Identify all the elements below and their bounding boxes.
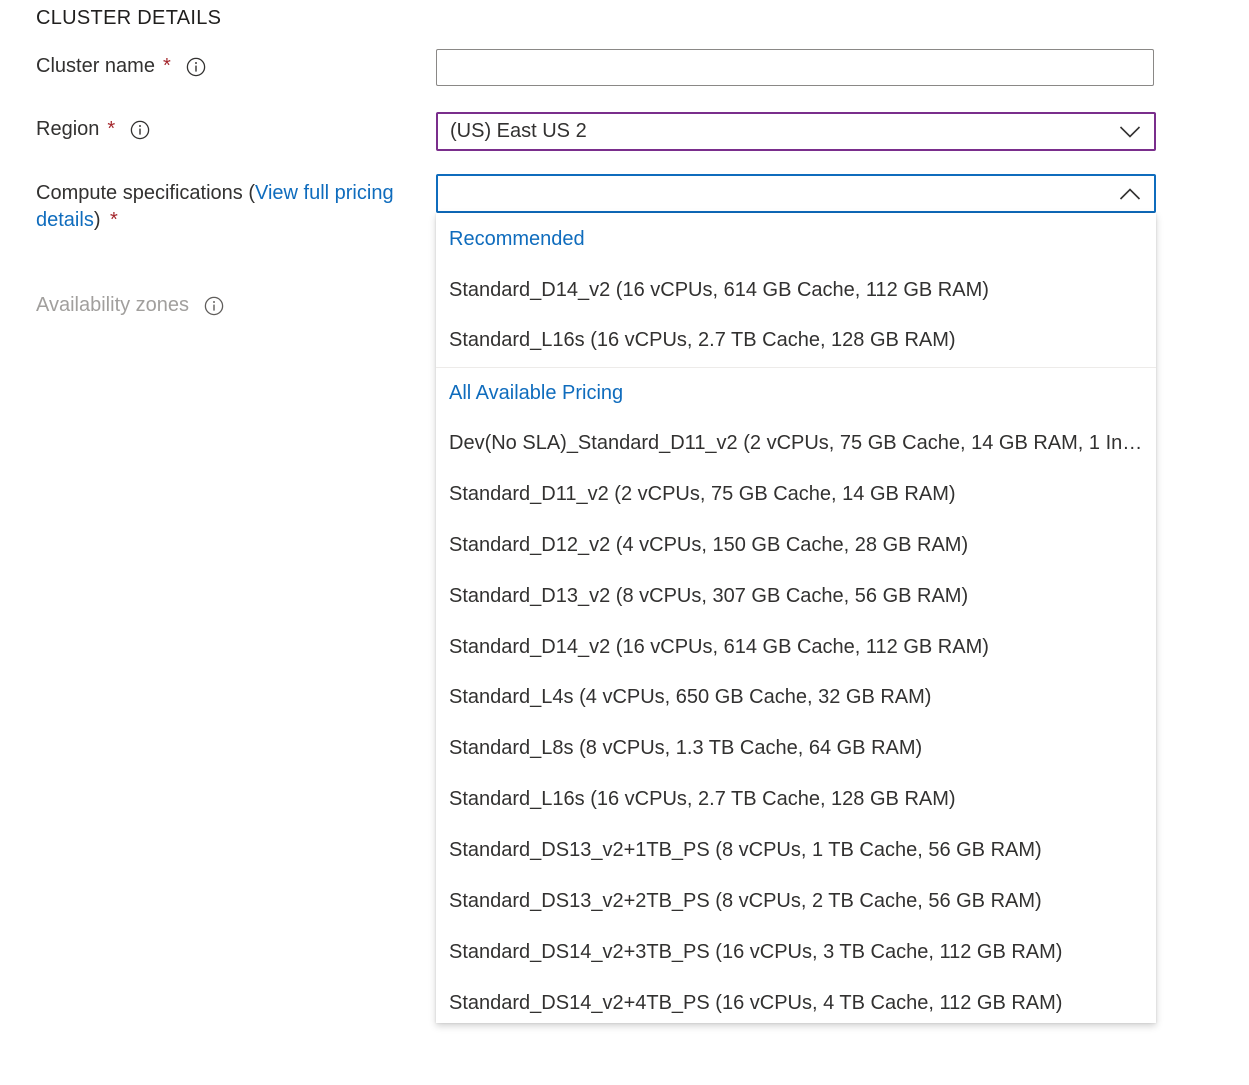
cluster-name-input[interactable] bbox=[436, 49, 1154, 86]
option-label: Standard_L16s (16 vCPUs, 2.7 TB Cache, 1… bbox=[449, 788, 956, 811]
option-item[interactable]: Dev(No SLA)_Standard_D11_v2 (2 vCPUs, 75… bbox=[436, 418, 1156, 469]
option-label: Standard_D12_v2 (4 vCPUs, 150 GB Cache, … bbox=[449, 533, 969, 556]
option-label: Standard_D11_v2 (2 vCPUs, 75 GB Cache, 1… bbox=[449, 482, 956, 505]
region-dropdown[interactable]: (US) East US 2 bbox=[436, 112, 1156, 151]
section-title: CLUSTER DETAILS bbox=[36, 7, 222, 29]
info-icon[interactable] bbox=[185, 56, 207, 78]
region-label-row: Region * bbox=[36, 118, 151, 141]
required-asterisk: * bbox=[162, 55, 171, 77]
info-icon[interactable] bbox=[203, 295, 225, 317]
compute-spec-dropdown[interactable] bbox=[436, 174, 1156, 213]
compute-spec-label: Compute specifications (View full pricin… bbox=[36, 180, 436, 234]
cluster-details-form: CLUSTER DETAILS Cluster name * Region * … bbox=[0, 0, 1249, 1085]
option-item[interactable]: Standard_D13_v2 (8 vCPUs, 307 GB Cache, … bbox=[436, 571, 1156, 622]
required-asterisk: * bbox=[107, 118, 116, 140]
view-pricing-link-details[interactable]: details bbox=[36, 209, 94, 231]
option-label: Standard_D14_v2 (16 vCPUs, 614 GB Cache,… bbox=[449, 278, 989, 301]
option-item[interactable]: Standard_DS13_v2+2TB_PS (8 vCPUs, 2 TB C… bbox=[436, 876, 1156, 927]
option-item[interactable]: Standard_D12_v2 (4 vCPUs, 150 GB Cache, … bbox=[436, 520, 1156, 571]
option-label: Standard_L16s (16 vCPUs, 2.7 TB Cache, 1… bbox=[449, 328, 956, 351]
option-label: Standard_DS14_v2+3TB_PS (16 vCPUs, 3 TB … bbox=[449, 940, 1063, 963]
cluster-name-label: Cluster name bbox=[36, 55, 155, 77]
option-item[interactable]: Standard_DS14_v2+3TB_PS (16 vCPUs, 3 TB … bbox=[436, 927, 1156, 978]
chevron-down-icon bbox=[1118, 120, 1142, 144]
view-pricing-link[interactable]: View full pricing bbox=[255, 182, 394, 204]
option-label: Standard_DS13_v2+1TB_PS (8 vCPUs, 1 TB C… bbox=[449, 839, 1042, 862]
region-selected-value: (US) East US 2 bbox=[450, 120, 587, 142]
option-item[interactable]: Standard_D14_v2 (16 vCPUs, 614 GB Cache,… bbox=[436, 622, 1156, 673]
option-item[interactable]: Standard_DS14_v2+4TB_PS (16 vCPUs, 4 TB … bbox=[436, 978, 1156, 1023]
option-label: Standard_L8s (8 vCPUs, 1.3 TB Cache, 64 … bbox=[449, 737, 923, 760]
option-item[interactable]: Standard_D11_v2 (2 vCPUs, 75 GB Cache, 1… bbox=[436, 469, 1156, 520]
region-label: Region bbox=[36, 118, 100, 140]
option-item[interactable]: Standard_DS13_v2+1TB_PS (8 vCPUs, 1 TB C… bbox=[436, 825, 1156, 876]
info-icon[interactable] bbox=[129, 119, 151, 141]
option-label: Standard_D14_v2 (16 vCPUs, 614 GB Cache,… bbox=[449, 635, 989, 658]
group-header-all-pricing: All Available Pricing bbox=[449, 381, 624, 404]
compute-label-suffix: ) bbox=[93, 209, 101, 231]
option-item[interactable]: Standard_L8s (8 vCPUs, 1.3 TB Cache, 64 … bbox=[436, 723, 1156, 774]
option-label: Standard_L4s (4 vCPUs, 650 GB Cache, 32 … bbox=[449, 686, 932, 709]
option-label: Standard_D13_v2 (8 vCPUs, 307 GB Cache, … bbox=[449, 584, 969, 607]
option-label: Standard_DS14_v2+4TB_PS (16 vCPUs, 4 TB … bbox=[449, 991, 1063, 1014]
availability-zones-label: Availability zones bbox=[36, 294, 190, 316]
option-item[interactable]: Standard_L16s (16 vCPUs, 2.7 TB Cache, 1… bbox=[436, 774, 1156, 825]
option-item[interactable]: Standard_L4s (4 vCPUs, 650 GB Cache, 32 … bbox=[436, 672, 1156, 723]
cluster-name-label-row: Cluster name * bbox=[36, 55, 207, 78]
option-label: Dev(No SLA)_Standard_D11_v2 (2 vCPUs, 75… bbox=[449, 431, 1144, 454]
chevron-up-icon bbox=[1118, 182, 1142, 206]
availability-zones-label-row: Availability zones bbox=[36, 294, 225, 317]
option-item[interactable]: Standard_L16s (16 vCPUs, 2.7 TB Cache, 1… bbox=[436, 315, 1156, 365]
compute-label-prefix: Compute specifications ( bbox=[36, 182, 255, 204]
required-asterisk: * bbox=[110, 209, 118, 231]
option-item[interactable]: Standard_D14_v2 (16 vCPUs, 614 GB Cache,… bbox=[436, 265, 1156, 315]
compute-spec-listbox: Recommended Standard_D14_v2 (16 vCPUs, 6… bbox=[436, 213, 1156, 1023]
group-header-recommended: Recommended bbox=[449, 227, 585, 250]
option-label: Standard_DS13_v2+2TB_PS (8 vCPUs, 2 TB C… bbox=[449, 889, 1042, 912]
